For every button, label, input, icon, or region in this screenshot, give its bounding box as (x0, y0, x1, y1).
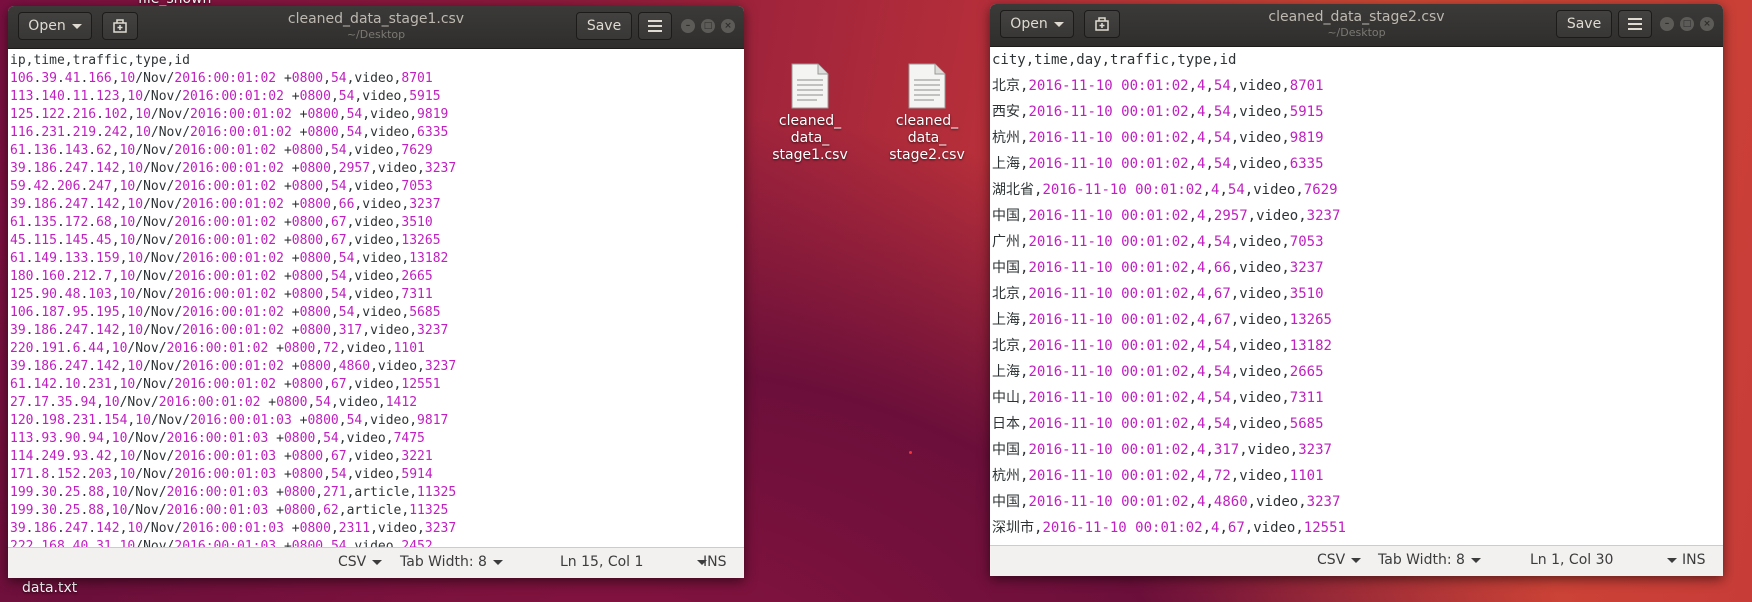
language-label: CSV (1317, 552, 1346, 568)
editor-window-stage1: Open cleaned_data_stage1.csv ~/Desktop S… (8, 6, 744, 578)
csv-row: 106.187.95.195,10/Nov/2016:00:01:02 +080… (10, 305, 441, 320)
chevron-down-icon (372, 559, 383, 565)
window-title: cleaned_data_stage2.csv (1268, 9, 1445, 25)
maximize-button[interactable]: □ (701, 19, 715, 33)
csv-row: 北京,2016-11-10 00:01:02,4,54,video,13182 (992, 338, 1332, 354)
csv-row: 180.160.212.7,10/Nov/2016:00:01:02 +0800… (10, 269, 433, 284)
csv-row: 199.30.25.88,10/Nov/2016:00:01:03 +0800,… (10, 485, 457, 500)
tab-width-label: Tab Width: 8 (400, 554, 487, 570)
cursor-dot (909, 451, 912, 454)
csv-row: 61.149.133.159,10/Nov/2016:00:01:02 +080… (10, 251, 449, 266)
csv-row: 湖北省,2016-11-10 00:01:02,4,54,video,7629 (992, 182, 1338, 198)
chevron-down-icon (1351, 557, 1362, 563)
csv-row: 日本,2016-11-10 00:01:02,4,54,video,5685 (992, 416, 1324, 432)
status-bar: CSV Tab Width: 8 Ln 1, Col 30 INS (990, 545, 1723, 576)
desktop-file-label-data-txt[interactable]: data.txt (22, 580, 77, 597)
csv-row: 114.249.93.42,10/Nov/2016:00:01:03 +0800… (10, 449, 433, 464)
csv-header-line: ip,time,traffic,type,id (10, 53, 191, 68)
headerbar: Open cleaned_data_stage1.csv ~/Desktop S… (8, 6, 744, 49)
csv-row: 上海,2016-11-10 00:01:02,4,54,video,2665 (992, 364, 1324, 380)
hamburger-menu-icon (648, 20, 662, 32)
csv-row: 120.198.231.154,10/Nov/2016:00:01:03 +08… (10, 413, 449, 428)
status-bar: CSV Tab Width: 8 Ln 15, Col 1 INS (8, 547, 744, 578)
csv-file-icon (908, 63, 946, 109)
csv-row: 中国,2016-11-10 00:01:02,4,4860,video,3237 (992, 494, 1341, 510)
csv-row: 45.115.145.45,10/Nov/2016:00:01:02 +0800… (10, 233, 441, 248)
text-editor[interactable]: ip,time,traffic,type,id 106.39.41.166,10… (8, 49, 744, 548)
csv-row: 西安,2016-11-10 00:01:02,4,54,video,5915 (992, 104, 1324, 120)
close-button[interactable]: × (721, 19, 735, 33)
window-title: cleaned_data_stage1.csv (287, 11, 465, 27)
headerbar: Open cleaned_data_stage2.csv ~/Desktop S… (990, 4, 1723, 47)
maximize-button[interactable]: □ (1680, 17, 1694, 31)
menu-button[interactable] (638, 12, 672, 40)
editor-window-stage2: Open cleaned_data_stage2.csv ~/Desktop S… (990, 4, 1723, 576)
csv-row: 39.186.247.142,10/Nov/2016:00:01:02 +080… (10, 197, 441, 212)
csv-row: 61.136.143.62,10/Nov/2016:00:01:02 +0800… (10, 143, 433, 158)
csv-row: 220.191.6.44,10/Nov/2016:00:01:02 +0800,… (10, 341, 425, 356)
csv-row: 116.231.219.242,10/Nov/2016:00:01:02 +08… (10, 125, 449, 140)
csv-row: 广州,2016-11-10 00:01:02,4,54,video,7053 (992, 234, 1324, 250)
language-label: CSV (338, 554, 367, 570)
desktop-icon-stage2-label: cleaned_ data_ stage2.csv (889, 113, 965, 163)
menu-button[interactable] (1618, 10, 1652, 38)
csv-row: 上海,2016-11-10 00:01:02,4,67,video,13265 (992, 312, 1332, 328)
csv-row: 61.135.172.68,10/Nov/2016:00:01:02 +0800… (10, 215, 433, 230)
csv-row: 中国,2016-11-10 00:01:02,4,66,video,3237 (992, 260, 1324, 276)
csv-row: 北京,2016-11-10 00:01:02,4,67,video,3510 (992, 286, 1324, 302)
hamburger-menu-icon (1628, 18, 1642, 30)
chevron-down-icon (1667, 557, 1678, 563)
cursor-position-label: Ln 1, Col 30 (1530, 552, 1614, 568)
window-subtitle: ~/Desktop (346, 28, 406, 41)
csv-row: 杭州,2016-11-10 00:01:02,4,72,video,1101 (992, 468, 1324, 484)
csv-row: 199.30.25.88,10/Nov/2016:00:01:03 +0800,… (10, 503, 449, 518)
csv-row: 39.186.247.142,10/Nov/2016:00:01:03 +080… (10, 521, 457, 536)
tab-width-label: Tab Width: 8 (1378, 552, 1465, 568)
csv-row: 39.186.247.142,10/Nov/2016:00:01:02 +080… (10, 161, 457, 176)
tab-width-selector[interactable]: Tab Width: 8 (1378, 552, 1481, 568)
minimize-button[interactable]: – (681, 19, 695, 33)
language-selector[interactable]: CSV (1317, 552, 1362, 568)
csv-row: 39.186.247.142,10/Nov/2016:00:01:02 +080… (10, 323, 449, 338)
csv-row: 杭州,2016-11-10 00:01:02,4,54,video,9819 (992, 130, 1324, 146)
csv-row: 171.8.152.203,10/Nov/2016:00:01:03 +0800… (10, 467, 433, 482)
csv-header-line: city,time,day,traffic,type,id (992, 52, 1237, 68)
csv-row: 125.90.48.103,10/Nov/2016:00:01:02 +0800… (10, 287, 433, 302)
language-selector[interactable]: CSV (338, 554, 383, 570)
csv-row: 59.42.206.247,10/Nov/2016:00:01:02 +0800… (10, 179, 433, 194)
save-button[interactable]: Save (576, 12, 632, 40)
chevron-down-icon (492, 559, 503, 565)
csv-row: 上海,2016-11-10 00:01:02,4,54,video,6335 (992, 156, 1324, 172)
csv-row: 中山,2016-11-10 00:01:02,4,54,video,7311 (992, 390, 1324, 406)
text-editor[interactable]: city,time,day,traffic,type,id 北京,2016-11… (990, 47, 1723, 546)
csv-row: 北京,2016-11-10 00:01:02,4,54,video,8701 (992, 78, 1324, 94)
insert-mode-indicator[interactable]: INS (1682, 552, 1706, 568)
csv-file-icon (791, 63, 829, 109)
save-button[interactable]: Save (1556, 10, 1612, 38)
minimize-button[interactable]: – (1660, 17, 1674, 31)
csv-row: 深圳市,2016-11-10 00:01:02,4,67,video,12551 (992, 520, 1346, 536)
csv-row: 61.142.10.231,10/Nov/2016:00:01:02 +0800… (10, 377, 441, 392)
csv-row: 27.17.35.94,10/Nov/2016:00:01:02 +0800,5… (10, 395, 418, 410)
chevron-down-icon (1470, 557, 1481, 563)
cursor-position-selector[interactable]: Ln 15, Col 1 (560, 554, 708, 570)
cursor-position-selector[interactable]: Ln 1, Col 30 (1530, 552, 1678, 568)
tab-width-selector[interactable]: Tab Width: 8 (400, 554, 503, 570)
csv-row: 39.186.247.142,10/Nov/2016:00:01:02 +080… (10, 359, 457, 374)
csv-row: 中国,2016-11-10 00:01:02,4,317,video,3237 (992, 442, 1332, 458)
insert-mode-indicator[interactable]: INS (703, 554, 727, 570)
csv-row: 125.122.216.102,10/Nov/2016:00:01:02 +08… (10, 107, 449, 122)
window-subtitle: ~/Desktop (1327, 26, 1386, 39)
csv-row: 113.93.90.94,10/Nov/2016:00:01:03 +0800,… (10, 431, 425, 446)
csv-row: 113.140.11.123,10/Nov/2016:00:01:02 +080… (10, 89, 441, 104)
csv-row: 106.39.41.166,10/Nov/2016:00:01:02 +0800… (10, 71, 433, 86)
cursor-position-label: Ln 15, Col 1 (560, 554, 644, 570)
close-button[interactable]: × (1700, 17, 1714, 31)
csv-row: 中国,2016-11-10 00:01:02,4,2957,video,3237 (992, 208, 1341, 224)
desktop-icon-stage1-label: cleaned_ data_ stage1.csv (772, 113, 848, 163)
